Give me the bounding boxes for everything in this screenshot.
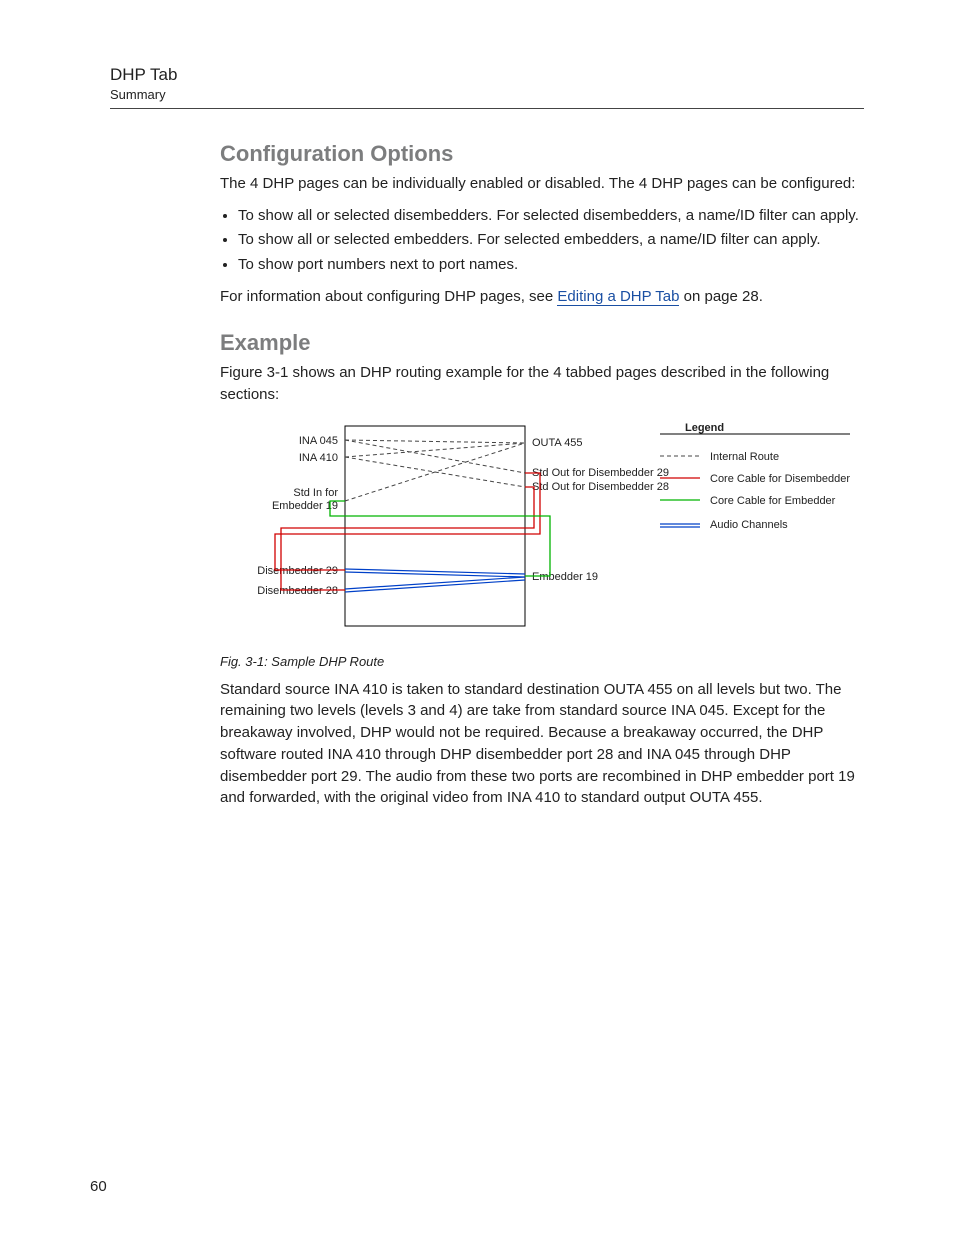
heading-example: Example: [220, 330, 864, 356]
example-body-paragraph: Standard source INA 410 is taken to stan…: [220, 679, 864, 810]
label-stdout29: Std Out for Disembedder 29: [532, 467, 669, 479]
main-content: Configuration Options The 4 DHP pages ca…: [220, 141, 864, 809]
label-dis29: Disembedder 29: [257, 565, 338, 577]
heading-config-options: Configuration Options: [220, 141, 864, 167]
label-ina410: INA 410: [299, 452, 338, 464]
list-item: To show all or selected disembedders. Fo…: [238, 205, 864, 228]
page: DHP Tab Summary Configuration Options Th…: [0, 0, 954, 1235]
label-stdin-l1: Std In for: [293, 487, 338, 499]
header-subtitle: Summary: [110, 87, 864, 102]
legend-label-embedder: Core Cable for Embedder: [710, 495, 836, 507]
list-item: To show port numbers next to port names.: [238, 254, 864, 277]
label-stdin-l2: Embedder 19: [272, 500, 338, 512]
legend-label-audio: Audio Channels: [710, 519, 788, 531]
label-dis28: Disembedder 28: [257, 585, 338, 597]
label-stdout28: Std Out for Disembedder 28: [532, 481, 669, 493]
list-item: To show all or selected embedders. For s…: [238, 229, 864, 252]
config-intro-paragraph: The 4 DHP pages can be individually enab…: [220, 173, 864, 195]
link-editing-dhp-tab[interactable]: Editing a DHP Tab: [557, 288, 679, 306]
legend-label-internal: Internal Route: [710, 451, 779, 463]
label-ina045: INA 045: [299, 435, 338, 447]
legend-label-disembedder: Core Cable for Disembedder: [710, 473, 850, 485]
embedder-cable: [330, 501, 550, 576]
audio-channels: [345, 569, 525, 592]
diagram-svg: INA 045 INA 410 Std In for Embedder 19 D…: [220, 416, 860, 641]
config-bullet-list: To show all or selected disembedders. Fo…: [238, 205, 864, 277]
running-header: DHP Tab Summary: [110, 65, 864, 109]
label-outa455: OUTA 455: [532, 437, 583, 449]
header-title: DHP Tab: [110, 65, 864, 85]
legend-title: Legend: [685, 422, 724, 434]
figure-dhp-route: INA 045 INA 410 Std In for Embedder 19 D…: [220, 416, 864, 646]
label-emb19: Embedder 19: [532, 571, 598, 583]
config-xref-paragraph: For information about configuring DHP pa…: [220, 286, 864, 308]
text: on page 28.: [679, 288, 762, 305]
figure-caption: Fig. 3-1: Sample DHP Route: [220, 654, 864, 669]
internal-routes: [345, 440, 525, 501]
text: For information about configuring DHP pa…: [220, 288, 557, 305]
page-number: 60: [90, 1178, 107, 1195]
example-intro-paragraph: Figure 3-1 shows an DHP routing example …: [220, 362, 864, 406]
